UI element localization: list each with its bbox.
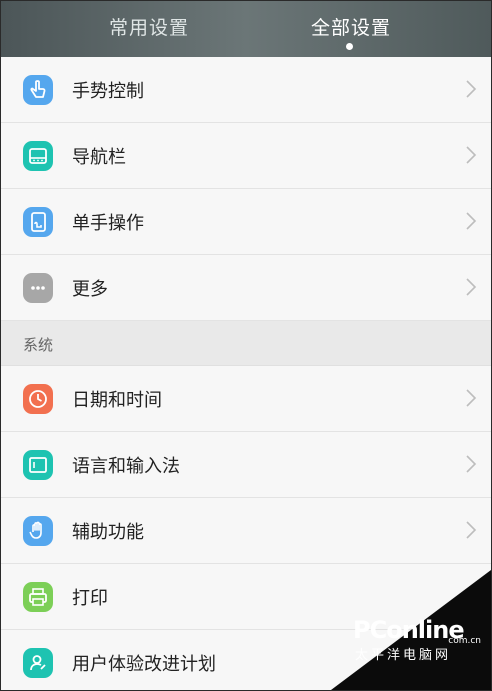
more-dots-icon (23, 273, 53, 303)
watermark-brand: PConline (353, 616, 465, 644)
settings-item-label: 更多 (72, 279, 108, 300)
settings-item-one-hand-mode[interactable]: 单手操作 (1, 189, 491, 255)
settings-item-date-time[interactable]: 日期和时间 (1, 366, 491, 432)
language-input-icon (23, 450, 53, 480)
settings-item-label: 打印 (72, 588, 108, 609)
settings-item-label: 导航栏 (72, 147, 126, 168)
chevron-right-icon (466, 521, 477, 539)
settings-tabbar: 常用设置 全部设置 (1, 1, 491, 57)
chevron-right-icon (466, 80, 477, 98)
settings-item-label: 手势控制 (72, 81, 144, 102)
settings-item-label: 辅助功能 (72, 522, 144, 543)
settings-item-label: 日期和时间 (72, 390, 162, 411)
chevron-right-icon (466, 389, 477, 407)
gesture-hand-icon (23, 75, 53, 105)
section-header-system: 系统 (1, 321, 491, 366)
chevron-right-icon (466, 455, 477, 473)
watermark-domain: com.cn (448, 636, 481, 646)
settings-item-label: 语言和输入法 (72, 456, 180, 477)
printer-icon (23, 582, 53, 612)
settings-item-label: 用户体验改进计划 (72, 654, 216, 675)
clock-icon (23, 384, 53, 414)
tab-all-settings[interactable]: 全部设置 (311, 13, 391, 40)
chevron-right-icon (466, 146, 477, 164)
settings-item-language-input[interactable]: 语言和输入法 (1, 432, 491, 498)
settings-item-label: 单手操作 (72, 213, 144, 234)
settings-screen: 常用设置 全部设置 手势控制 导航栏 单手操作 更多 系统 日期和时间 语言和输… (0, 0, 492, 691)
user-experience-icon (23, 648, 53, 678)
settings-item-gesture-control[interactable]: 手势控制 (1, 57, 491, 123)
settings-item-more[interactable]: 更多 (1, 255, 491, 321)
navigation-bar-icon (23, 141, 53, 171)
tab-common-settings[interactable]: 常用设置 (109, 13, 189, 40)
active-tab-indicator (346, 43, 353, 50)
pconline-watermark: PConline com.cn 太平洋电脑网 (353, 610, 483, 670)
accessibility-hand-icon (23, 516, 53, 546)
settings-item-accessibility[interactable]: 辅助功能 (1, 498, 491, 564)
chevron-right-icon (466, 212, 477, 230)
one-hand-icon (23, 207, 53, 237)
chevron-right-icon (466, 278, 477, 296)
settings-item-navigation-bar[interactable]: 导航栏 (1, 123, 491, 189)
watermark-subtitle: 太平洋电脑网 (355, 648, 452, 663)
section-title: 系统 (23, 336, 54, 354)
